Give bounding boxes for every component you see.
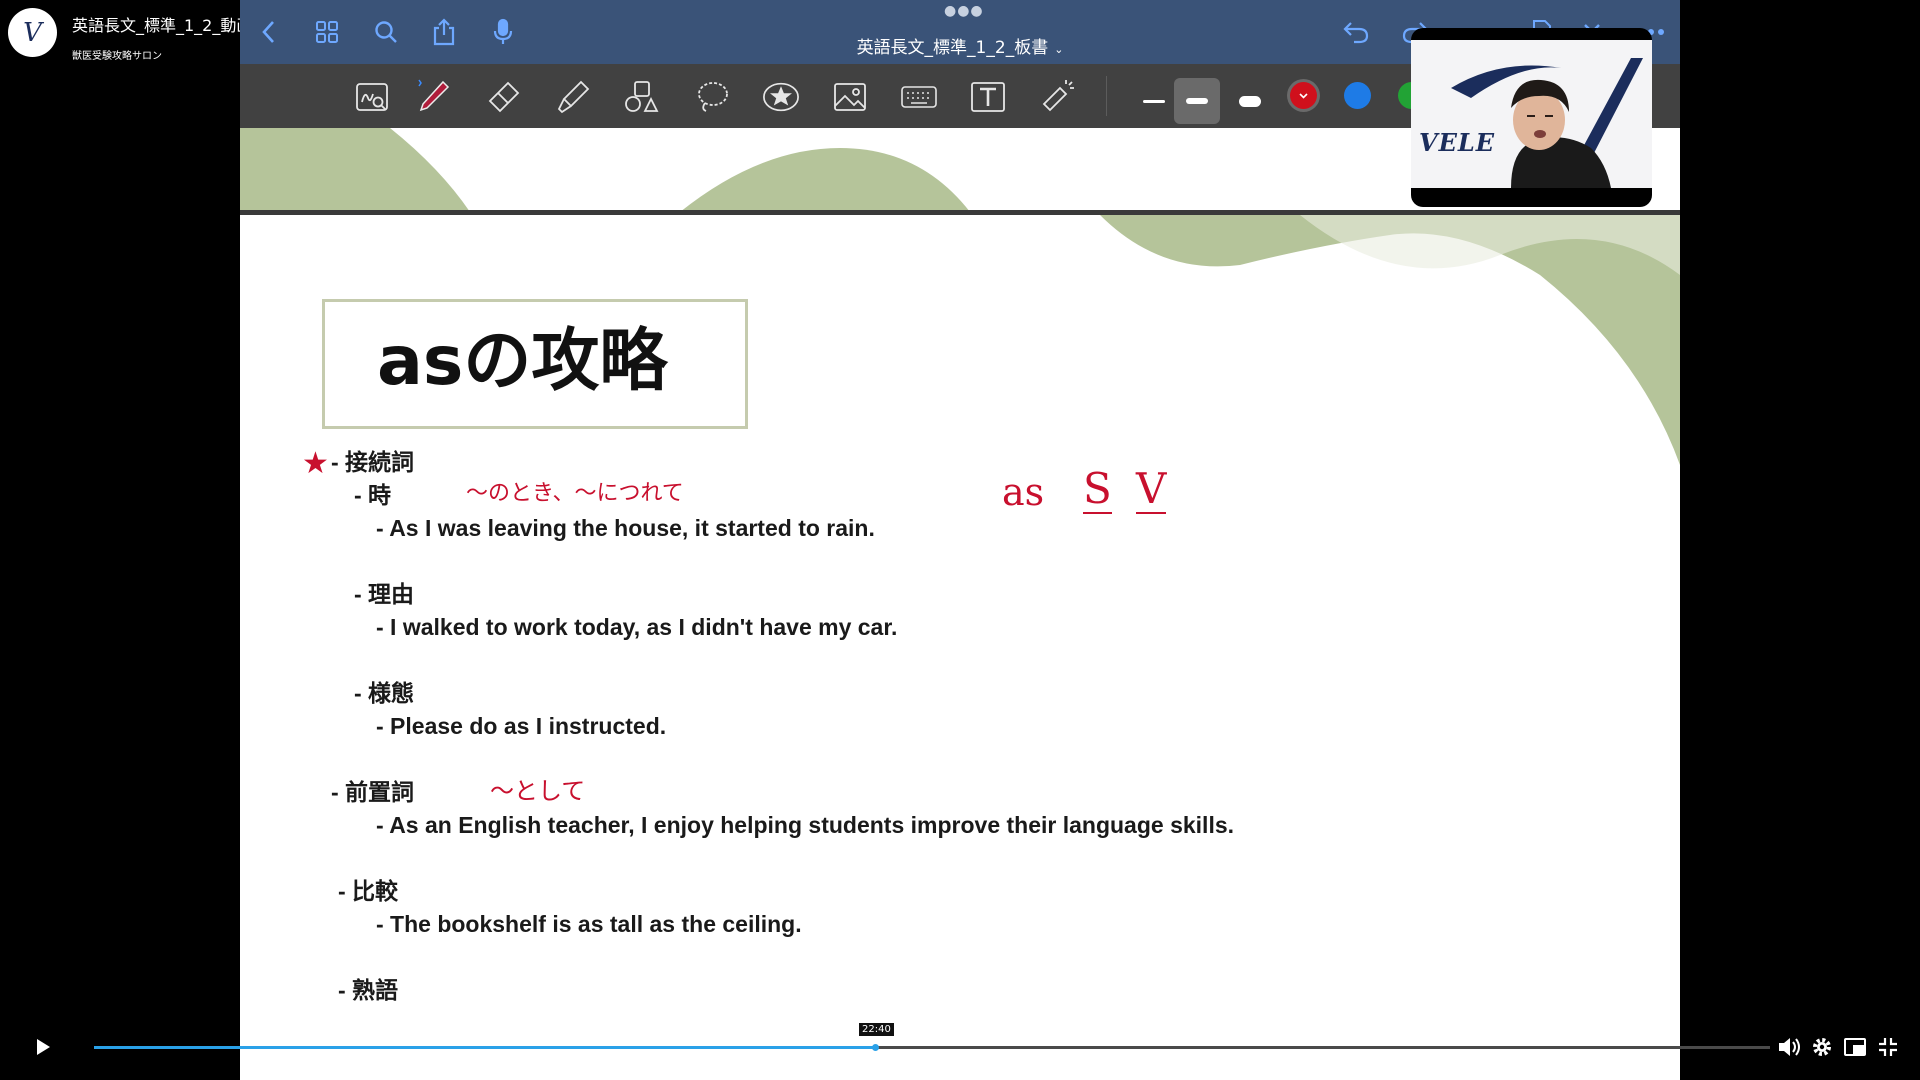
line-comparison: - 比較: [338, 878, 399, 904]
settings-gear-icon[interactable]: [1809, 1034, 1835, 1060]
undo-icon[interactable]: [1341, 17, 1371, 47]
laser-pointer-icon[interactable]: [1038, 78, 1076, 116]
grid-icon[interactable]: [312, 17, 342, 47]
video-title[interactable]: 英語長文_標準_1_2_動画: [72, 12, 259, 36]
progress-fill: [94, 1046, 875, 1049]
handwritten-s: S: [1083, 464, 1112, 514]
image-icon[interactable]: [831, 78, 869, 116]
eraser-icon[interactable]: [484, 78, 522, 116]
picture-in-picture-icon[interactable]: [1842, 1034, 1868, 1060]
handwritten-star: ★: [302, 446, 329, 481]
progress-bar[interactable]: [94, 1044, 1770, 1051]
slide-title-box: asの攻略: [322, 299, 748, 429]
slide-page[interactable]: asの攻略 ★ - 接続詞 - 時 ～のとき、～につれて as S V - As…: [240, 215, 1680, 1025]
stroke-medium-button[interactable]: [1174, 78, 1220, 124]
back-icon[interactable]: [254, 17, 284, 47]
volume-icon[interactable]: [1776, 1034, 1802, 1060]
time-tooltip: 22:40: [859, 1023, 894, 1036]
line-preposition: - 前置詞: [331, 779, 415, 805]
lasso-icon[interactable]: [693, 78, 731, 116]
multitask-dots-icon[interactable]: ●●●: [944, 3, 984, 19]
progress-handle[interactable]: [872, 1044, 879, 1051]
search-icon[interactable]: [371, 17, 401, 47]
channel-avatar-letter: V: [23, 17, 42, 48]
handwritten-time-note: ～のとき、～につれて: [466, 481, 684, 506]
slide-title: asの攻略: [377, 322, 668, 401]
handwritten-v: V: [1136, 464, 1167, 514]
shapes-icon[interactable]: [623, 78, 661, 116]
keyboard-icon[interactable]: [900, 78, 938, 116]
document-title[interactable]: 英語長文_標準_1_2_板書 ⌄: [840, 33, 1080, 58]
line-preposition-example: - As an English teacher, I enjoy helping…: [376, 812, 1235, 838]
pen-color-red[interactable]: [1290, 82, 1317, 109]
line-manner: - 様態: [354, 680, 415, 706]
channel-name[interactable]: 獣医受験攻略サロン: [72, 47, 162, 62]
handwritten-as: as: [1002, 470, 1045, 514]
sticker-icon[interactable]: [762, 78, 800, 116]
exit-fullscreen-icon[interactable]: [1875, 1034, 1901, 1060]
stroke-thin-button[interactable]: [1131, 78, 1177, 124]
line-reason-example: - I walked to work today, as I didn't ha…: [376, 614, 898, 640]
toolbar-separator: [1106, 76, 1107, 116]
line-time-example: - As I was leaving the house, it started…: [376, 515, 875, 541]
webcam-logo-text: VELE: [1419, 128, 1496, 157]
line-comparison-example: - The bookshelf is as tall as the ceilin…: [376, 911, 802, 937]
text-icon[interactable]: [969, 78, 1007, 116]
play-icon[interactable]: [30, 1034, 56, 1060]
line-time: - 時: [354, 482, 392, 508]
webcam-overlay[interactable]: VELE: [1411, 28, 1652, 207]
line-conjunction: - 接続詞: [331, 449, 415, 475]
stroke-thick-button[interactable]: [1227, 78, 1273, 124]
handwritten-prep-note: ～として: [490, 777, 586, 805]
microphone-icon[interactable]: [488, 17, 518, 47]
share-icon[interactable]: [429, 17, 459, 47]
line-manner-example: - Please do as I instructed.: [376, 713, 667, 739]
chevron-down-icon: ⌄: [1054, 43, 1064, 56]
pen-color-blue[interactable]: [1344, 82, 1371, 109]
line-reason: - 理由: [354, 581, 415, 607]
channel-avatar[interactable]: V: [8, 8, 57, 57]
line-idiom: - 熟語: [338, 977, 399, 1003]
zoom-write-icon[interactable]: [353, 78, 391, 116]
video-bottom-strip: [240, 1068, 1680, 1080]
video-player: V 英語長文_標準_1_2_動画 獣医受験攻略サロン ●●● 英語長文_標準_1…: [0, 0, 1920, 1080]
pen-icon[interactable]: [414, 78, 452, 116]
highlighter-icon[interactable]: [553, 78, 591, 116]
